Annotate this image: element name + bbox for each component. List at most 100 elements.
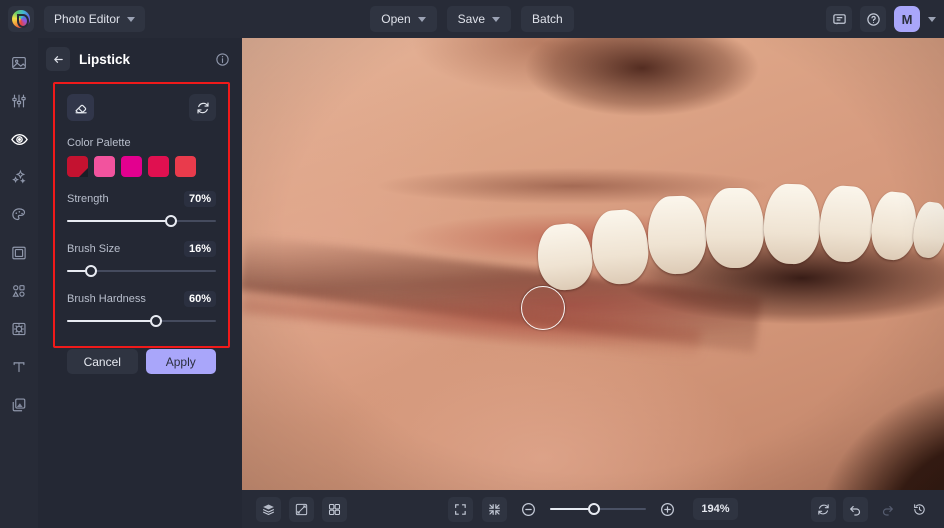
- color-swatch-2[interactable]: [121, 156, 142, 177]
- sidebar-item-layers[interactable]: [4, 390, 34, 420]
- open-button-label: Open: [381, 12, 411, 26]
- redo-icon: [882, 505, 893, 516]
- slider-strength: Strength 70%: [67, 191, 216, 227]
- shrink-screen-icon: [489, 503, 501, 515]
- grid-button[interactable]: [322, 496, 347, 522]
- left-tool-rail: [0, 38, 38, 528]
- slider-brush-hardness: Brush Hardness 60%: [67, 291, 216, 327]
- color-swatch-3[interactable]: [148, 156, 169, 177]
- sliders-icon: [12, 94, 26, 108]
- back-button[interactable]: [46, 47, 70, 71]
- chevron-down-icon: [417, 16, 426, 22]
- sidebar-item-color[interactable]: [4, 200, 34, 230]
- slider-strength-value: 70%: [183, 191, 216, 207]
- fit-screen-icon: [455, 503, 467, 515]
- slider-brush-hardness-header: Brush Hardness 60%: [67, 291, 216, 307]
- color-swatch-4[interactable]: [175, 156, 196, 177]
- plus-circle-icon: [661, 502, 675, 516]
- tool-panel-body: Color Palette Strength 70% Brush Size 16…: [53, 82, 230, 374]
- question-circle-icon: [866, 12, 880, 26]
- zoom-slider-knob[interactable]: [587, 503, 600, 515]
- app-switcher-label: Photo Editor: [54, 12, 121, 26]
- grid-four-icon: [328, 503, 341, 515]
- eraser-icon: [74, 104, 87, 113]
- slider-track-fill: [67, 220, 172, 222]
- photo-vignette: [242, 38, 944, 490]
- sidebar-item-retouch[interactable]: [4, 124, 34, 154]
- sidebar-item-shapes[interactable]: [4, 276, 34, 306]
- layers-copy-icon: [12, 398, 26, 412]
- sidebar-item-adjust[interactable]: [4, 86, 34, 116]
- chat-bubble-icon: [832, 13, 846, 25]
- apply-button[interactable]: Apply: [145, 349, 216, 374]
- image-canvas[interactable]: [242, 38, 944, 490]
- text-icon: [13, 362, 25, 373]
- zoom-level-value[interactable]: 194%: [693, 498, 738, 520]
- slider-brush-size-knob[interactable]: [84, 265, 97, 277]
- reset-icon: [196, 101, 209, 114]
- history-button[interactable]: [907, 497, 932, 522]
- slider-brush-hardness-knob[interactable]: [150, 315, 163, 327]
- zoom-slider[interactable]: [550, 502, 647, 516]
- info-circle-icon: [216, 52, 229, 66]
- panel-action-buttons: Cancel Apply: [67, 349, 216, 374]
- help-button[interactable]: [860, 6, 886, 32]
- reset-tool-button[interactable]: [189, 94, 216, 121]
- open-button[interactable]: Open: [370, 6, 437, 32]
- save-button[interactable]: Save: [446, 6, 512, 32]
- slider-brush-hardness-track[interactable]: [67, 315, 216, 327]
- sidebar-item-image[interactable]: [4, 48, 34, 78]
- slider-brush-size: Brush Size 16%: [67, 241, 216, 277]
- chevron-down-icon: [127, 16, 136, 22]
- palette-icon: [12, 208, 26, 221]
- bottom-bar: 194%: [242, 490, 944, 528]
- slider-brush-size-track[interactable]: [67, 265, 216, 277]
- reset-icon: [818, 503, 829, 515]
- slider-brush-hardness-label: Brush Hardness: [67, 293, 146, 305]
- cancel-button[interactable]: Cancel: [67, 349, 138, 374]
- undo-button[interactable]: [843, 496, 868, 522]
- sidebar-item-text[interactable]: [4, 352, 34, 382]
- sidebar-item-sticker[interactable]: [4, 314, 34, 344]
- avatar[interactable]: M: [894, 6, 920, 32]
- zoom-out-button[interactable]: [516, 497, 541, 522]
- chevron-down-icon[interactable]: [928, 16, 936, 22]
- feedback-button[interactable]: [826, 6, 852, 32]
- top-bar: Photo Editor Open Save Batch M: [0, 0, 944, 38]
- fit-actual-button[interactable]: [482, 496, 508, 522]
- layers-button[interactable]: [256, 496, 281, 522]
- sidebar-item-frame[interactable]: [4, 238, 34, 268]
- compare-button[interactable]: [289, 496, 314, 522]
- batch-button[interactable]: Batch: [521, 6, 574, 32]
- slider-brush-size-value: 16%: [183, 241, 216, 257]
- color-swatch-1[interactable]: [94, 156, 115, 177]
- slider-brush-size-header: Brush Size 16%: [67, 241, 216, 257]
- info-button[interactable]: [215, 52, 230, 67]
- batch-button-label: Batch: [532, 12, 563, 26]
- photo-image: [242, 38, 944, 490]
- undo-icon: [850, 505, 861, 516]
- compare-split-icon: [295, 503, 308, 515]
- slider-strength-knob[interactable]: [165, 215, 178, 227]
- tool-mode-row: [67, 94, 216, 121]
- app-switcher[interactable]: Photo Editor: [44, 6, 146, 32]
- color-swatch-0[interactable]: [67, 156, 88, 177]
- reset-view-button[interactable]: [811, 496, 836, 522]
- eraser-button[interactable]: [67, 94, 94, 121]
- slider-brush-hardness-value: 60%: [183, 291, 216, 307]
- sidebar-item-effects[interactable]: [4, 162, 34, 192]
- bottom-bar-right-tools: [811, 496, 932, 522]
- slider-strength-label: Strength: [67, 193, 109, 205]
- zoom-in-button[interactable]: [655, 497, 680, 522]
- top-bar-right-actions: M: [826, 0, 936, 38]
- slider-track-fill: [67, 320, 157, 322]
- brush-cursor-circle: [521, 286, 565, 330]
- fit-screen-button[interactable]: [448, 496, 474, 522]
- image-icon: [12, 57, 26, 69]
- bottom-bar-left-tools: [256, 496, 347, 522]
- slider-strength-track[interactable]: [67, 215, 216, 227]
- color-wheel-logo-icon: [12, 10, 30, 28]
- save-button-label: Save: [457, 12, 486, 26]
- redo-button[interactable]: [875, 497, 900, 522]
- tool-panel-header: Lipstick: [38, 38, 242, 80]
